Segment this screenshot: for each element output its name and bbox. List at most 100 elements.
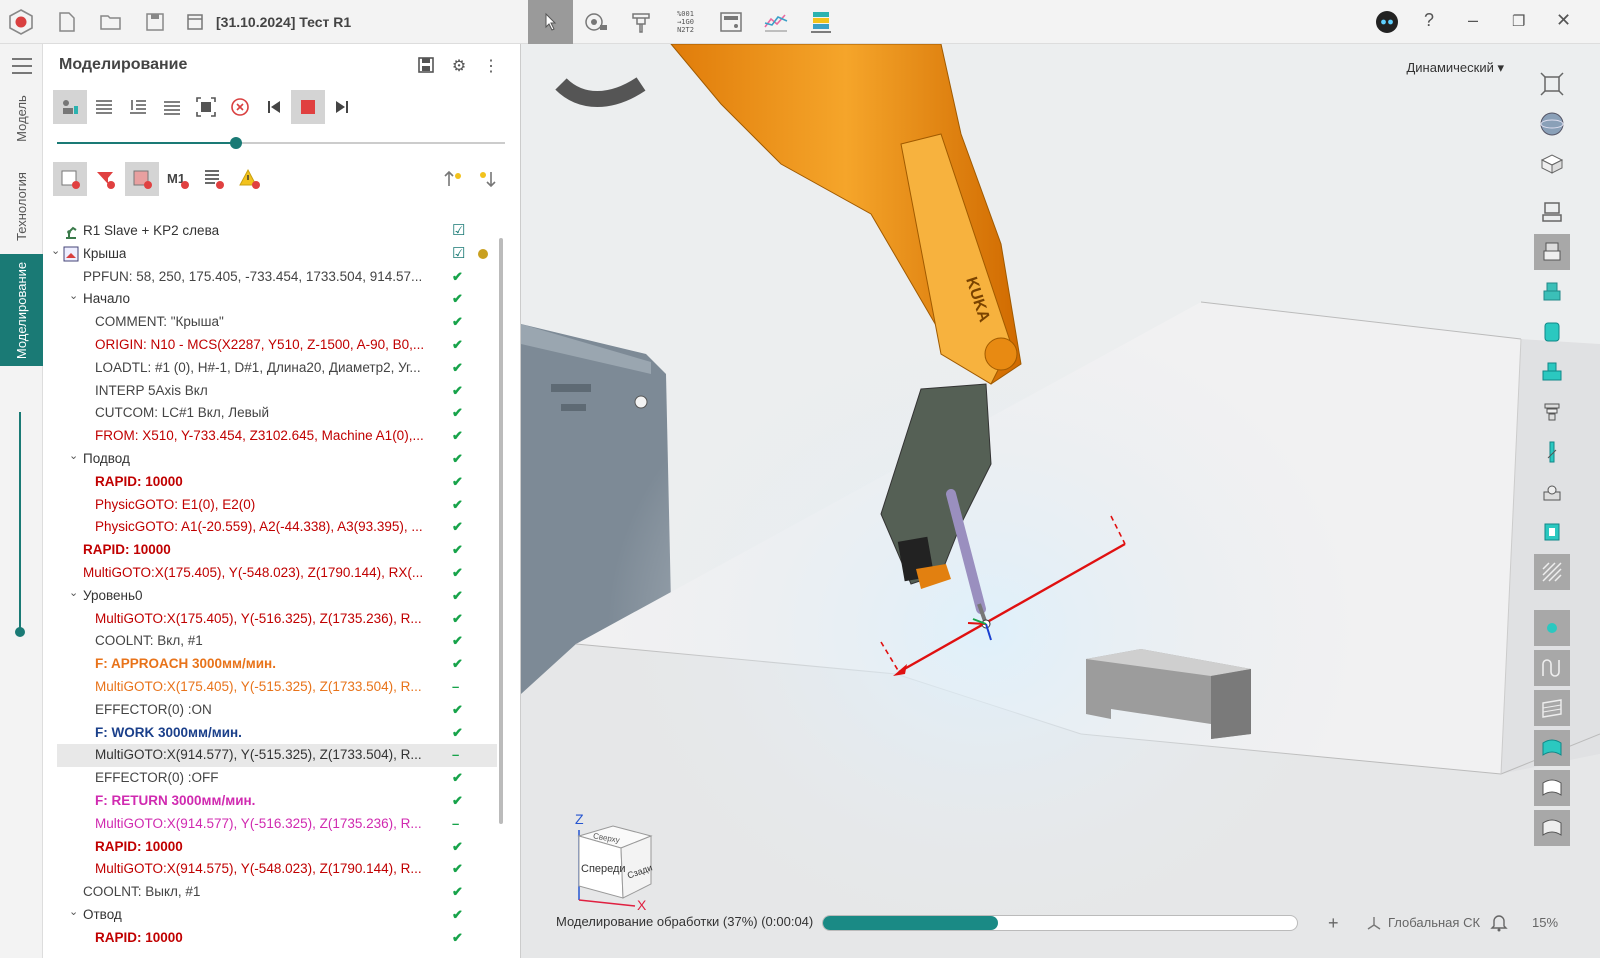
tree-row[interactable]: PhysicGOTO: E1(0), E2(0) ✔ <box>57 494 497 517</box>
fit-view-icon[interactable] <box>189 90 223 124</box>
select-tool-icon[interactable] <box>528 0 573 44</box>
curve-view-icon[interactable] <box>1534 650 1570 686</box>
timeline-handle[interactable] <box>15 627 25 637</box>
3d-viewport[interactable]: KUKA Динамический ▾ Z X Сверху Спереди С… <box>521 44 1600 958</box>
zoom-fit-icon[interactable] <box>1534 66 1570 102</box>
expand-chevron-icon[interactable]: ⌄ <box>69 285 78 308</box>
tree-row[interactable]: MultiGOTO:X(175.405), Y(-516.325), Z(173… <box>57 608 497 631</box>
tree-row[interactable]: COOLNT: Выкл, #1 ✔ <box>57 881 497 904</box>
tree-row[interactable]: ⌄ Подвод ✔ <box>57 448 497 471</box>
expand-chevron-icon[interactable]: ⌄ <box>69 582 78 605</box>
expand-chevron-icon[interactable]: ⌄ <box>51 240 60 263</box>
part-view-icon[interactable] <box>1534 394 1570 430</box>
tree-row[interactable]: EFFECTOR(0) :OFF ✔ <box>57 767 497 790</box>
workpiece-view-icon[interactable] <box>1534 514 1570 550</box>
surface-white-icon[interactable] <box>1534 770 1570 806</box>
filter-part-icon[interactable] <box>125 162 159 196</box>
visibility-checkbox[interactable]: ☑ <box>452 243 465 266</box>
layers-icon[interactable] <box>798 0 843 44</box>
tool-holder-icon[interactable] <box>618 0 663 44</box>
cutter-view-icon[interactable] <box>1534 434 1570 470</box>
simulation-slider[interactable] <box>57 137 505 149</box>
filter-tool-icon[interactable] <box>89 162 123 196</box>
slider-knob[interactable] <box>230 137 243 149</box>
add-icon[interactable]: + <box>1328 913 1339 934</box>
skip-back-icon[interactable] <box>257 90 291 124</box>
ai-assistant-icon[interactable] <box>1374 9 1400 35</box>
tree-row[interactable]: MultiGOTO:X(914.577), Y(-515.325), Z(173… <box>57 744 497 768</box>
hatch-view-icon[interactable] <box>1534 554 1570 590</box>
point-view-icon[interactable] <box>1534 610 1570 646</box>
close-icon[interactable]: ✕ <box>1556 10 1571 31</box>
stop-circle-icon[interactable] <box>223 90 257 124</box>
surface-shaded-icon[interactable] <box>1534 730 1570 766</box>
filter-m1-icon[interactable]: M1 <box>161 162 195 196</box>
tree-row[interactable]: PhysicGOTO: A1(-20.559), A2(-44.338), A3… <box>57 516 497 539</box>
camera-icon[interactable] <box>573 0 618 44</box>
sort-up-icon[interactable] <box>443 168 463 188</box>
help-icon[interactable]: ? <box>1424 10 1434 31</box>
gear-icon[interactable]: ⚙ <box>449 56 469 76</box>
graph-icon[interactable] <box>753 0 798 44</box>
tree-row[interactable]: F: RETURN 3000мм/мин. ✔ <box>57 790 497 813</box>
tree-row[interactable]: MultiGOTO:X(914.577), Y(-516.325), Z(173… <box>57 813 497 836</box>
tree-row[interactable]: F: WORK 3000мм/мин. ✔ <box>57 722 497 745</box>
tree-row[interactable]: ⌄ Уровень0 ✔ <box>57 585 497 608</box>
tab-model[interactable]: Модель <box>0 88 43 148</box>
coordinate-system-icon[interactable] <box>1366 915 1382 934</box>
tree-row[interactable]: ⌄ Отвод ✔ <box>57 904 497 927</box>
list-step-icon[interactable] <box>121 90 155 124</box>
fixture-view-icon[interactable] <box>1534 354 1570 390</box>
tab-technology[interactable]: Технология <box>0 156 43 256</box>
tree-row[interactable]: EFFECTOR(0) :ON ✔ <box>57 699 497 722</box>
robot-view-icon[interactable] <box>1534 474 1570 510</box>
tool-view-icon[interactable] <box>1534 234 1570 270</box>
tree-row[interactable]: COMMENT: "Крыша" ✔ <box>57 311 497 334</box>
tree-row[interactable]: ⌄ Начало ✔ <box>57 288 497 311</box>
filter-list-icon[interactable] <box>197 162 231 196</box>
show-robot-icon[interactable] <box>53 90 87 124</box>
tree-row[interactable]: MultiGOTO:X(175.405), Y(-515.325), Z(173… <box>57 676 497 699</box>
tree-row[interactable]: PPFUN: 58, 250, 175.405, -733.454, 1733.… <box>57 266 497 289</box>
calculator-icon[interactable] <box>708 0 753 44</box>
tree-row[interactable]: RAPID: 10000 ✔ <box>57 471 497 494</box>
sphere-view-icon[interactable] <box>1534 106 1570 142</box>
box-view-icon[interactable] <box>1534 146 1570 182</box>
app-logo-icon[interactable] <box>8 9 34 35</box>
tree-row[interactable]: RAPID: 10000 ✔ <box>57 836 497 859</box>
tree-row[interactable]: MultiGOTO:X(175.405), Y(-548.023), Z(179… <box>57 562 497 585</box>
tree-row[interactable]: ORIGIN: N10 - MCS(X2287, Y510, Z-1500, A… <box>57 334 497 357</box>
nc-code-icon[interactable]: %001 →1G0 N2T2 <box>663 0 708 44</box>
stock-view-icon[interactable] <box>1534 314 1570 350</box>
tree-row[interactable]: R1 Slave + KP2 слева ☑ <box>57 220 497 243</box>
holder-view-icon[interactable] <box>1534 274 1570 310</box>
sort-down-icon[interactable] <box>477 168 497 188</box>
tree-row[interactable]: RAPID: 10000 ✔ <box>57 539 497 562</box>
bell-icon[interactable] <box>1490 912 1508 935</box>
expand-chevron-icon[interactable]: ⌄ <box>69 901 78 924</box>
tree-row[interactable]: CUTCOM: LC#1 Вкл, Левый ✔ <box>57 402 497 425</box>
list-all-icon[interactable] <box>87 90 121 124</box>
machine-view-icon[interactable] <box>1534 194 1570 230</box>
coordinate-system-label[interactable]: Глобальная СК <box>1388 915 1480 930</box>
open-folder-icon[interactable] <box>98 9 124 35</box>
view-mode-dropdown[interactable]: Динамический ▾ <box>1406 60 1504 76</box>
tree-row[interactable]: ⌄ Крыша ☑ <box>51 243 497 266</box>
more-icon[interactable]: ⋮ <box>481 56 501 76</box>
filter-warning-icon[interactable] <box>233 162 267 196</box>
menu-icon[interactable] <box>12 58 32 79</box>
tree-row[interactable]: MultiGOTO:X(914.575), Y(-548.023), Z(179… <box>57 858 497 881</box>
expand-chevron-icon[interactable]: ⌄ <box>69 445 78 468</box>
tree-row[interactable]: FROM: X510, Y-733.454, Z3102.645, Machin… <box>57 425 497 448</box>
tree-row[interactable]: F: APPROACH 3000мм/мин. ✔ <box>57 653 497 676</box>
tab-simulation[interactable]: Моделирование <box>0 254 43 366</box>
save-icon[interactable] <box>416 56 436 76</box>
skip-forward-icon[interactable] <box>325 90 359 124</box>
surface-wire-icon[interactable] <box>1534 690 1570 726</box>
surface-gray-icon[interactable] <box>1534 810 1570 846</box>
visibility-checkbox[interactable]: ☑ <box>452 220 465 243</box>
view-cube[interactable]: Z X Сверху Спереди Сзади <box>573 806 663 916</box>
stop-icon[interactable] <box>291 90 325 124</box>
new-file-icon[interactable] <box>54 9 80 35</box>
tree-row[interactable]: LOADTL: #1 (0), H#-1, D#1, Длина20, Диам… <box>57 357 497 380</box>
